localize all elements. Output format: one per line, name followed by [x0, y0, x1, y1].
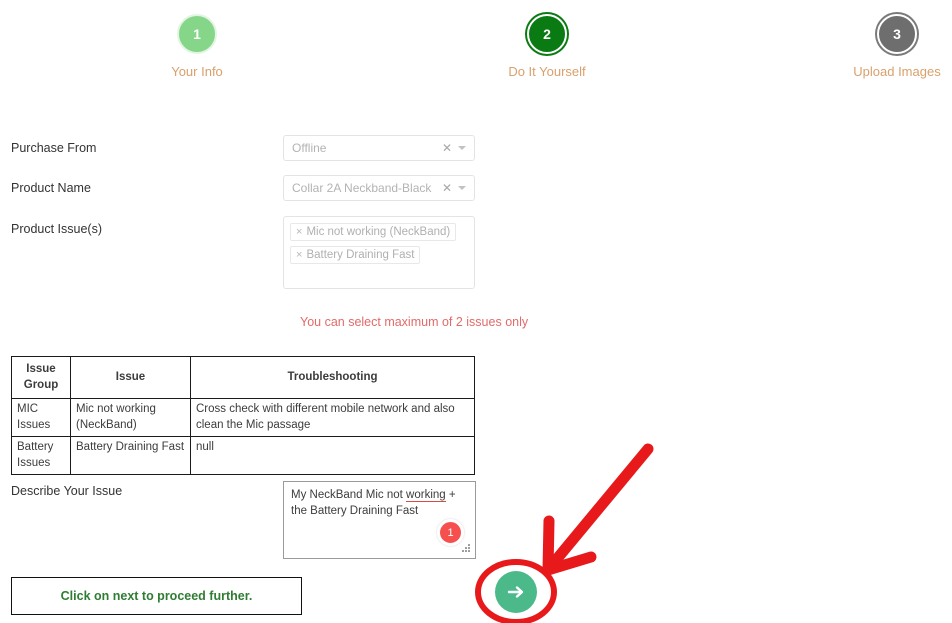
purchase-from-select[interactable]: Offline ✕	[283, 135, 475, 161]
next-button[interactable]	[495, 571, 537, 613]
label-product-issues: Product Issue(s)	[11, 222, 103, 236]
product-issues-multiselect[interactable]: × Mic not working (NeckBand) × Battery D…	[283, 216, 475, 289]
cell-issue-group: MIC Issues	[11, 398, 71, 438]
product-name-select[interactable]: Collar 2A Neckband-Black ✕	[283, 175, 475, 201]
arrow-right-icon	[507, 586, 524, 598]
close-icon[interactable]: ×	[296, 249, 302, 261]
step-number-1: 1	[193, 26, 201, 42]
step-label-your-info: Your Info	[171, 64, 223, 79]
resize-grip-icon[interactable]	[461, 543, 471, 553]
step-circle-1: 1	[177, 14, 217, 54]
selected-issue-tag[interactable]: × Battery Draining Fast	[290, 246, 421, 264]
describe-text-misspelled: working	[406, 489, 446, 502]
close-icon[interactable]: ✕	[440, 142, 458, 154]
cell-issue-group: Battery Issues	[11, 436, 71, 476]
selected-issue-label: Battery Draining Fast	[306, 249, 415, 261]
label-purchase-from: Purchase From	[11, 141, 97, 155]
step-number-3: 3	[893, 26, 901, 42]
cell-issue: Mic not working (NeckBand)	[70, 398, 191, 438]
troubleshooting-table: Issue Group Issue Troubleshooting MIC Is…	[11, 355, 475, 476]
close-icon[interactable]: ✕	[440, 182, 458, 194]
table-header-row: Issue Group Issue Troubleshooting	[11, 355, 475, 400]
chevron-down-icon[interactable]	[458, 186, 466, 190]
selected-issue-tag[interactable]: × Mic not working (NeckBand)	[290, 223, 457, 241]
cell-issue: Battery Draining Fast	[70, 436, 191, 476]
step-number-2: 2	[543, 26, 551, 42]
cell-troubleshooting: Cross check with different mobile networ…	[190, 398, 475, 438]
column-header-troubleshooting: Troubleshooting	[190, 355, 475, 400]
progress-stepper: 1 Your Info 2 Do It Yourself 3 Upload Im…	[0, 0, 952, 100]
label-product-name: Product Name	[11, 181, 91, 195]
stepper-step-your-info[interactable]: 1 Your Info	[127, 14, 267, 79]
red-arrow-annotation	[542, 443, 654, 576]
chevron-down-icon[interactable]	[458, 146, 466, 150]
max-issues-warning-text: You can select maximum of 2 issues only	[300, 315, 529, 329]
status-badge[interactable]: 1	[437, 519, 464, 546]
selected-issue-label: Mic not working (NeckBand)	[306, 226, 451, 238]
close-icon[interactable]: ×	[296, 226, 302, 238]
product-name-value: Collar 2A Neckband-Black	[292, 181, 432, 195]
status-badge-count: 1	[447, 526, 454, 539]
step-circle-2: 2	[527, 14, 567, 54]
column-header-issue: Issue	[70, 355, 191, 400]
stepper-step-do-it-yourself[interactable]: 2 Do It Yourself	[477, 14, 617, 79]
label-describe-your-issue: Describe Your Issue	[11, 484, 123, 498]
step-label-do-it-yourself: Do It Yourself	[508, 64, 586, 79]
step-circle-3: 3	[877, 14, 917, 54]
table-row: MIC Issues Mic not working (NeckBand) Cr…	[11, 398, 475, 438]
describe-text-before: My NeckBand Mic not	[291, 489, 407, 501]
cell-troubleshooting: null	[190, 436, 475, 476]
stepper-step-upload-images[interactable]: 3 Upload Images	[827, 14, 952, 79]
table-row: Battery Issues Battery Draining Fast nul…	[11, 436, 475, 476]
purchase-from-value: Offline	[292, 141, 327, 155]
step-label-upload-images: Upload Images	[853, 64, 941, 79]
click-next-info-text: Click on next to proceed further.	[60, 589, 253, 603]
column-header-issue-group: Issue Group	[11, 355, 71, 400]
click-next-info-box: Click on next to proceed further.	[11, 577, 302, 615]
